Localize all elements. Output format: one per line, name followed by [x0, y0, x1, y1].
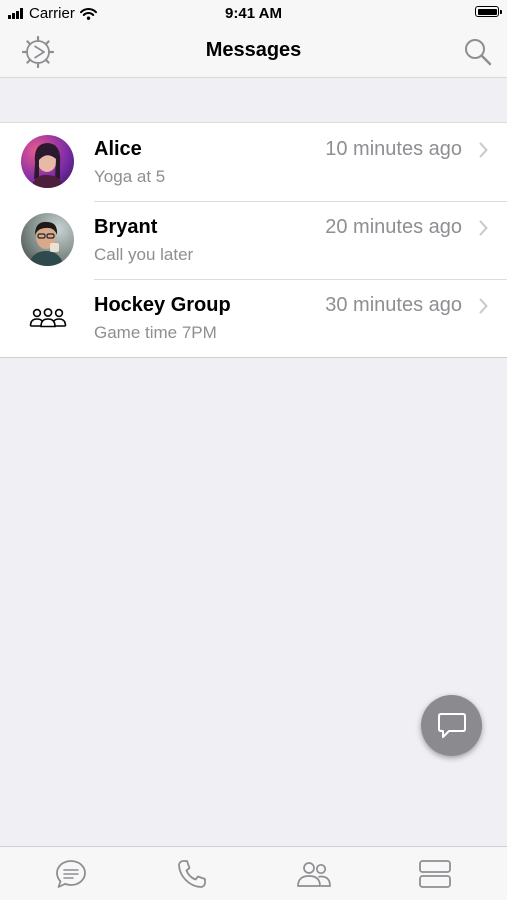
chat-bubble-icon: [56, 860, 86, 888]
tab-more[interactable]: [417, 857, 453, 891]
page-title: Messages: [205, 39, 302, 61]
tab-bar: [0, 846, 507, 900]
navigation-bar: Messages: [0, 26, 507, 78]
more-icon: [419, 860, 451, 888]
avatar-photo: [28, 221, 64, 266]
avatar: [21, 291, 74, 344]
tab-contacts[interactable]: [296, 857, 332, 891]
chevron-right-icon: [479, 298, 488, 314]
message-preview: Game time 7PM: [94, 323, 217, 342]
avatar-photo: [31, 143, 64, 188]
conversation-row-alice[interactable]: Alice Yoga at 5 10 minutes ago: [0, 123, 507, 201]
contacts-icon: [297, 862, 331, 887]
search-button[interactable]: [461, 35, 495, 69]
message-preview: Call you later: [94, 245, 194, 264]
status-time: 9:41 AM: [225, 5, 282, 22]
message-preview: Yoga at 5: [94, 167, 166, 186]
conversation-list: Alice Yoga at 5 10 minutes ago Bryant Ca…: [0, 122, 507, 358]
status-bar: Carrier 9:41 AM: [0, 0, 507, 26]
contact-name: Alice: [94, 138, 142, 160]
message-time: 20 minutes ago: [325, 216, 462, 238]
message-time: 30 minutes ago: [325, 294, 462, 316]
message-time: 10 minutes ago: [325, 138, 462, 160]
tab-chats[interactable]: [53, 857, 89, 891]
avatar: [21, 135, 74, 188]
contact-name: Bryant: [94, 216, 158, 238]
group-icon: [29, 307, 66, 327]
chevron-right-icon: [479, 142, 488, 158]
chevron-right-icon: [479, 220, 488, 236]
conversation-row-bryant[interactable]: Bryant Call you later 20 minutes ago: [0, 201, 507, 279]
new-message-button[interactable]: [421, 695, 482, 756]
new-message-icon: [437, 712, 466, 738]
contact-name: Hockey Group: [94, 294, 231, 316]
search-icon: [465, 39, 492, 66]
phone-icon: [178, 860, 206, 888]
tab-calls[interactable]: [174, 857, 210, 891]
battery-icon: [475, 6, 502, 17]
avatar: [21, 213, 74, 266]
conversation-row-hockey-group[interactable]: Hockey Group Game time 7PM 30 minutes ag…: [0, 279, 507, 357]
